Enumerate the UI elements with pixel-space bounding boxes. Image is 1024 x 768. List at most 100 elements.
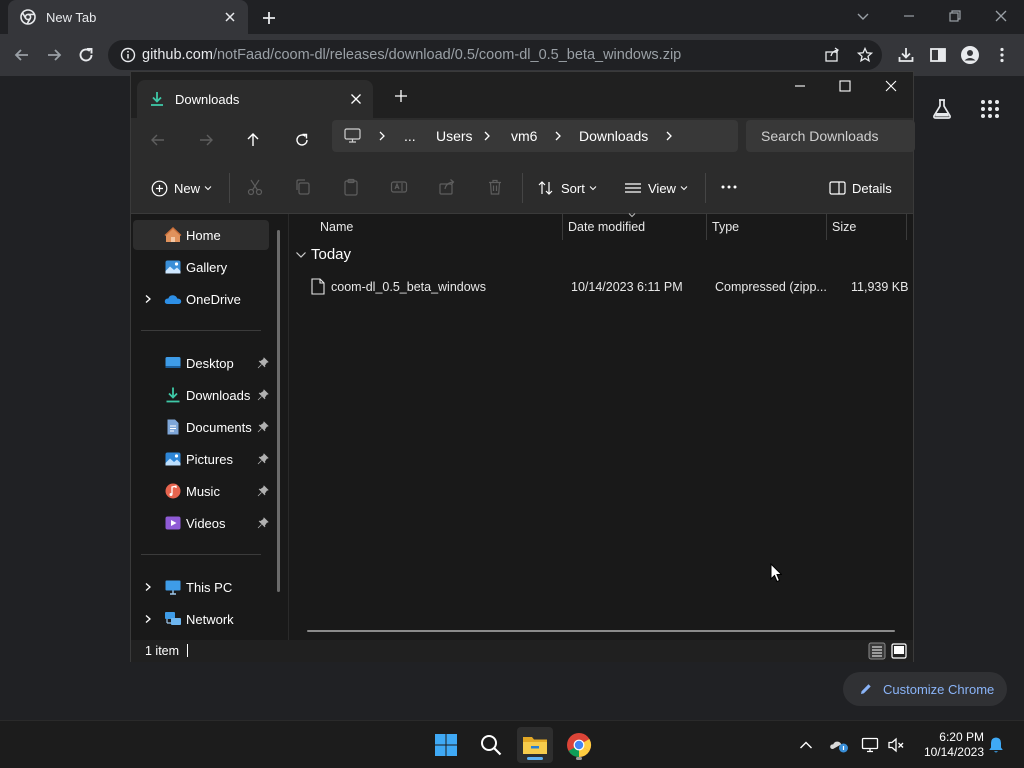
computer-monitor-icon[interactable] bbox=[344, 128, 361, 144]
chevron-up-icon[interactable] bbox=[797, 736, 815, 754]
taskbar-file-explorer[interactable] bbox=[517, 727, 553, 763]
rename-icon[interactable] bbox=[390, 178, 408, 196]
pin-icon[interactable] bbox=[257, 453, 269, 465]
pin-icon[interactable] bbox=[257, 389, 269, 401]
chevron-right-icon[interactable] bbox=[376, 129, 388, 143]
column-divider[interactable] bbox=[906, 214, 907, 240]
downloads-icon bbox=[149, 91, 165, 107]
nav-item-onedrive[interactable]: OneDrive bbox=[133, 284, 269, 314]
customize-chrome-button[interactable]: Customize Chrome bbox=[843, 672, 1007, 706]
column-header-name[interactable]: Name bbox=[320, 214, 353, 240]
close-icon[interactable] bbox=[991, 6, 1011, 26]
search-downloads-box[interactable] bbox=[746, 120, 915, 152]
taskbar-google-chrome[interactable] bbox=[561, 727, 597, 763]
copy-icon[interactable] bbox=[294, 178, 312, 196]
details-pane-button[interactable]: Details bbox=[829, 178, 892, 198]
pin-icon[interactable] bbox=[257, 517, 269, 529]
breadcrumb-overflow[interactable]: ... bbox=[404, 128, 416, 144]
chevron-right-icon[interactable] bbox=[143, 614, 153, 624]
group-header-today[interactable]: Today bbox=[295, 246, 351, 263]
onedrive-status-icon[interactable] bbox=[829, 736, 848, 754]
tiles-view-icon[interactable] bbox=[890, 642, 908, 660]
nav-item-music[interactable]: Music bbox=[133, 476, 269, 506]
nav-item-documents[interactable]: Documents bbox=[133, 412, 269, 442]
search-button[interactable] bbox=[473, 727, 509, 763]
start-button[interactable] bbox=[428, 727, 464, 763]
nav-item-downloads[interactable]: Downloads bbox=[133, 380, 269, 410]
chevron-down-icon[interactable] bbox=[295, 250, 307, 260]
site-info-icon[interactable] bbox=[120, 47, 136, 63]
nav-scrollbar[interactable] bbox=[277, 230, 280, 592]
column-divider[interactable] bbox=[562, 214, 563, 240]
close-icon[interactable] bbox=[883, 78, 899, 94]
column-divider[interactable] bbox=[706, 214, 707, 240]
pin-icon[interactable] bbox=[257, 421, 269, 433]
share-icon[interactable] bbox=[824, 47, 840, 63]
nav-item-network[interactable]: Network bbox=[133, 604, 269, 634]
chevron-right-icon[interactable] bbox=[552, 129, 564, 143]
sort-button[interactable]: Sort bbox=[537, 178, 597, 198]
nav-item-desktop[interactable]: Desktop bbox=[133, 348, 269, 378]
reload-icon[interactable] bbox=[76, 45, 96, 65]
network-monitor-icon[interactable] bbox=[861, 736, 879, 754]
side-panel-icon[interactable] bbox=[928, 45, 948, 65]
forward-arrow-icon[interactable] bbox=[44, 45, 64, 65]
horizontal-scrollbar[interactable] bbox=[307, 630, 895, 632]
close-icon[interactable] bbox=[349, 92, 363, 106]
labs-flask-icon[interactable] bbox=[931, 98, 953, 120]
maximize-icon[interactable] bbox=[837, 78, 853, 94]
explorer-tab-downloads[interactable]: Downloads bbox=[137, 80, 373, 118]
chevron-down-icon[interactable] bbox=[853, 6, 873, 26]
plus-icon[interactable] bbox=[393, 88, 409, 104]
breadcrumb-users[interactable]: Users bbox=[436, 128, 473, 144]
close-icon[interactable] bbox=[222, 9, 238, 25]
nav-item-pictures[interactable]: Pictures bbox=[133, 444, 269, 474]
explorer-address-bar[interactable]: ... Users vm6 Downloads bbox=[332, 120, 738, 152]
bookmark-star-icon[interactable] bbox=[857, 47, 873, 63]
minimize-icon[interactable] bbox=[792, 78, 808, 94]
address-bar[interactable]: github.com/notFaad/coom-dl/releases/down… bbox=[108, 40, 882, 70]
refresh-icon[interactable] bbox=[292, 130, 312, 150]
breadcrumb-vm6[interactable]: vm6 bbox=[511, 128, 537, 144]
system-clock[interactable]: 6:20 PM 10/14/2023 bbox=[908, 730, 984, 760]
more-horizontal-icon[interactable] bbox=[720, 178, 738, 196]
up-arrow-icon[interactable] bbox=[243, 130, 263, 150]
restore-icon[interactable] bbox=[945, 6, 965, 26]
paste-icon[interactable] bbox=[342, 178, 360, 196]
volume-muted-icon[interactable] bbox=[887, 736, 905, 754]
nav-item-gallery[interactable]: Gallery bbox=[133, 252, 269, 282]
cut-icon[interactable] bbox=[246, 178, 264, 196]
chevron-right-icon[interactable] bbox=[143, 294, 153, 304]
share-icon[interactable] bbox=[438, 178, 456, 196]
nav-item-this-pc[interactable]: This PC bbox=[133, 572, 269, 602]
chevron-right-icon[interactable] bbox=[143, 582, 153, 592]
column-header-size[interactable]: Size bbox=[832, 214, 856, 240]
search-input[interactable] bbox=[761, 128, 911, 144]
pin-icon[interactable] bbox=[257, 357, 269, 369]
more-vertical-icon[interactable] bbox=[992, 45, 1012, 65]
column-header-type[interactable]: Type bbox=[712, 214, 739, 240]
notification-bell-icon[interactable] bbox=[987, 736, 1005, 754]
back-arrow-icon[interactable] bbox=[148, 130, 168, 150]
view-button[interactable]: View bbox=[624, 178, 688, 198]
column-divider[interactable] bbox=[826, 214, 827, 240]
breadcrumb-downloads[interactable]: Downloads bbox=[579, 128, 648, 144]
chevron-right-icon[interactable] bbox=[481, 129, 493, 143]
download-icon[interactable] bbox=[896, 45, 916, 65]
minimize-icon[interactable] bbox=[899, 6, 919, 26]
table-row[interactable]: coom-dl_0.5_beta_windows 10/14/2023 6:11… bbox=[299, 274, 908, 300]
apps-grid-icon[interactable] bbox=[980, 99, 1000, 119]
pin-icon[interactable] bbox=[257, 485, 269, 497]
chevron-right-icon[interactable] bbox=[663, 129, 675, 143]
plus-icon[interactable] bbox=[259, 8, 279, 28]
back-arrow-icon[interactable] bbox=[12, 45, 32, 65]
chrome-tab-new-tab[interactable]: New Tab bbox=[8, 0, 248, 34]
profile-avatar-icon[interactable] bbox=[960, 45, 980, 65]
nav-item-videos[interactable]: Videos bbox=[133, 508, 269, 538]
new-button[interactable]: New bbox=[151, 178, 212, 198]
delete-trash-icon[interactable] bbox=[486, 178, 504, 196]
nav-item-home[interactable]: Home bbox=[133, 220, 269, 250]
details-view-icon[interactable] bbox=[868, 642, 886, 660]
forward-arrow-icon[interactable] bbox=[196, 130, 216, 150]
pencil-icon bbox=[859, 682, 873, 696]
